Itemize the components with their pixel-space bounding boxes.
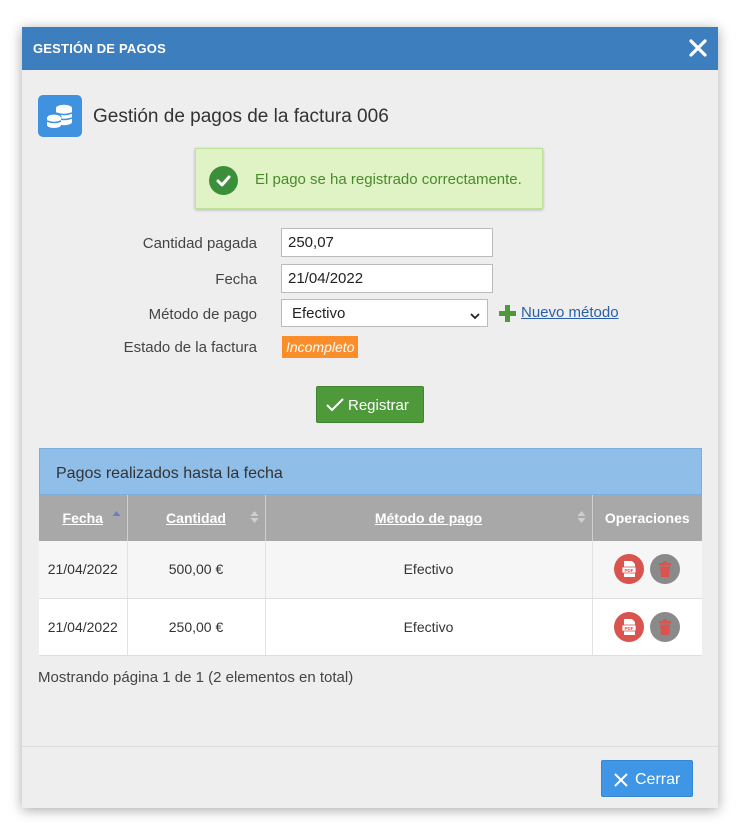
register-button-label: Registrar — [348, 397, 409, 414]
cell-method: Efectivo — [265, 541, 593, 599]
plus-icon — [499, 305, 516, 326]
column-header-date[interactable]: Fecha — [39, 495, 128, 541]
payments-panel-title: Pagos realizados hasta la fecha — [39, 448, 702, 495]
cell-method: Efectivo — [265, 598, 593, 656]
dialog-titlebar: GESTIÓN DE PAGOS — [22, 27, 718, 70]
column-header-method[interactable]: Método de pago — [265, 495, 593, 541]
page-title: Gestión de pagos de la factura 006 — [93, 106, 389, 127]
trash-icon[interactable] — [650, 554, 681, 585]
date-label: Fecha — [215, 271, 257, 288]
pagination-info: Mostrando página 1 de 1 (2 elementos en … — [38, 669, 354, 686]
table-row: 21/04/2022 500,00 € Efectivo PDF — [39, 541, 702, 599]
sort-icon — [577, 510, 586, 527]
success-alert: El pago se ha registrado correctamente. — [195, 148, 543, 209]
check-circle-icon — [209, 166, 238, 195]
dialog-title: GESTIÓN DE PAGOS — [33, 41, 166, 56]
amount-input[interactable]: 250,07 — [281, 228, 493, 257]
date-input[interactable]: 21/04/2022 — [281, 264, 493, 293]
status-label: Estado de la factura — [123, 339, 257, 356]
svg-text:PDF: PDF — [625, 626, 634, 631]
amount-label: Cantidad pagada — [142, 235, 257, 252]
payment-method-select[interactable]: Efectivo — [281, 299, 488, 327]
svg-text:PDF: PDF — [625, 568, 634, 573]
column-header-operations: Operaciones — [592, 495, 702, 541]
cell-amount: 250,00 € — [127, 598, 266, 656]
pdf-icon[interactable]: PDF — [614, 611, 645, 642]
trash-icon[interactable] — [650, 611, 681, 642]
column-header-method-label: Método de pago — [374, 510, 483, 526]
close-icon — [613, 772, 629, 793]
method-label: Método de pago — [148, 306, 257, 323]
cell-date: 21/04/2022 — [39, 598, 128, 656]
cell-operations: PDF — [592, 598, 702, 656]
register-button[interactable]: Registrar — [316, 386, 424, 423]
cell-amount: 500,00 € — [127, 541, 266, 599]
payment-method-value: Efectivo — [292, 305, 346, 322]
table-row: 21/04/2022 250,00 € Efectivo PDF — [39, 598, 702, 656]
payments-dialog: GESTIÓN DE PAGOS Gestión de pagos de la … — [22, 27, 718, 808]
close-button[interactable]: Cerrar — [601, 760, 693, 797]
column-header-amount-label: Cantidad — [166, 510, 226, 526]
close-icon[interactable] — [686, 36, 710, 60]
column-header-date-label: Fecha — [62, 510, 103, 526]
column-header-amount[interactable]: Cantidad — [127, 495, 266, 541]
cell-operations: PDF — [592, 541, 702, 599]
status-badge: Incompleto — [282, 336, 359, 358]
column-header-operations-label: Operaciones — [604, 510, 690, 526]
chevron-down-icon — [469, 308, 481, 325]
divider — [22, 746, 718, 747]
pdf-icon[interactable]: PDF — [614, 554, 645, 585]
coins-icon — [38, 95, 82, 137]
check-icon — [325, 397, 345, 417]
sort-icon — [250, 510, 259, 527]
new-method-label: Nuevo método — [521, 304, 619, 321]
sort-asc-icon — [112, 510, 121, 527]
alert-message: El pago se ha registrado correctamente. — [255, 171, 522, 188]
payments-table: Fecha Cantidad Método de pago Operacione… — [39, 495, 702, 656]
close-button-label: Cerrar — [635, 771, 681, 788]
cell-date: 21/04/2022 — [39, 541, 128, 599]
